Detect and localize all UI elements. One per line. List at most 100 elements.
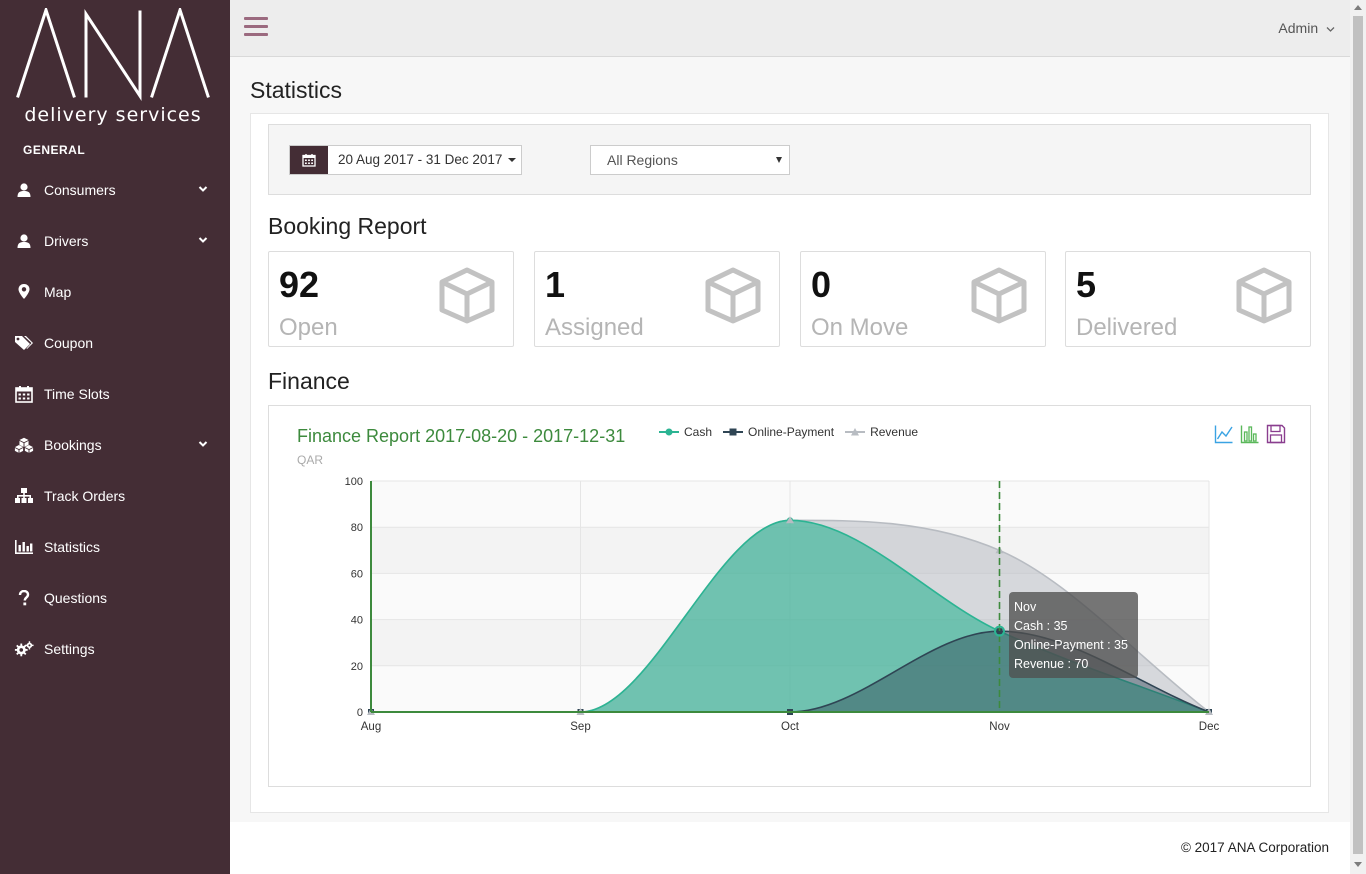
copyright-text: © 2017 ANA Corporation xyxy=(1180,840,1329,855)
stat-card-on-move: 0 On Move xyxy=(800,251,1046,347)
chart-legend: Cash Online-Payment Revenue xyxy=(659,425,929,439)
y-axis-unit: QAR xyxy=(297,453,324,467)
tooltip-category: Nov xyxy=(1014,600,1037,614)
scroll-up-icon[interactable] xyxy=(1354,5,1362,10)
brand-logo[interactable]: delivery services xyxy=(16,5,210,128)
x-tick-label: Nov xyxy=(989,721,1010,733)
region-value: All Regions xyxy=(607,152,678,168)
sidebar-item-label: Questions xyxy=(44,589,108,606)
x-tick-label: Aug xyxy=(361,721,381,733)
stat-value: 92 xyxy=(279,264,320,305)
finance-chart-canvas[interactable]: 0 20 40 60 80 100 Aug Sep Oct Nov Dec xyxy=(269,406,1312,788)
sidebar: delivery services GENERAL Consumers Driv… xyxy=(0,0,230,874)
stat-card-assigned: 1 Assigned xyxy=(534,251,780,347)
sidebar-item-drivers[interactable]: Drivers xyxy=(0,215,230,266)
scroll-thumb[interactable] xyxy=(1353,16,1363,854)
chevron-down-icon xyxy=(1326,27,1335,32)
sidebar-item-time-slots[interactable]: Time Slots xyxy=(0,368,230,419)
sidebar-item-label: Coupon xyxy=(44,334,94,351)
chart-toolbox xyxy=(1208,424,1286,444)
user-menu[interactable]: Admin xyxy=(1278,20,1335,36)
menu-toggle-icon[interactable] xyxy=(244,17,268,39)
stat-label: Open xyxy=(279,314,338,341)
chevron-down-icon xyxy=(198,441,208,447)
sidebar-item-label: Statistics xyxy=(44,538,101,555)
y-tick-label: 100 xyxy=(345,476,363,488)
sidebar-item-label: Settings xyxy=(44,640,95,657)
date-range-value: 20 Aug 2017 - 31 Dec 2017 xyxy=(338,152,503,167)
stat-value: 5 xyxy=(1076,264,1097,305)
y-tick-label: 0 xyxy=(357,707,363,719)
circle-marker-icon xyxy=(659,428,679,436)
date-range-picker[interactable]: 20 Aug 2017 - 31 Dec 2017 xyxy=(289,145,522,175)
triangle-marker-icon xyxy=(845,428,866,436)
scroll-down-icon[interactable] xyxy=(1354,862,1362,867)
booking-report-heading: Booking Report xyxy=(268,213,427,239)
legend-label: Online-Payment xyxy=(748,425,835,439)
user-name: Admin xyxy=(1278,20,1319,36)
region-select[interactable]: All Regions xyxy=(590,145,790,175)
sidebar-item-questions[interactable]: Questions xyxy=(0,572,230,623)
x-tick-label: Dec xyxy=(1199,721,1220,733)
square-marker-icon xyxy=(723,428,744,436)
chevron-down-icon xyxy=(198,186,208,192)
caret-down-icon xyxy=(508,158,517,163)
sidebar-item-map[interactable]: Map xyxy=(0,266,230,317)
stat-value: 1 xyxy=(545,264,566,305)
tooltip-line-cash: Cash : 35 xyxy=(1014,619,1068,633)
legend-item-cash[interactable]: Cash xyxy=(659,425,712,439)
chart-tooltip: Nov Cash : 35 Online-Payment : 35 Revenu… xyxy=(1009,592,1138,678)
question-icon xyxy=(14,588,34,608)
cubes-icon xyxy=(14,435,34,455)
calendar-icon xyxy=(14,384,34,404)
line-chart-icon[interactable] xyxy=(1214,424,1234,444)
user-icon xyxy=(14,180,34,200)
tooltip-line-online-payment: Online-Payment : 35 xyxy=(1014,638,1128,652)
tooltip-line-revenue: Revenue : 70 xyxy=(1014,657,1089,671)
sidebar-item-coupon[interactable]: Coupon xyxy=(0,317,230,368)
page-title: Statistics xyxy=(250,77,343,103)
legend-item-online-payment[interactable]: Online-Payment xyxy=(723,425,834,439)
content-panel: 20 Aug 2017 - 31 Dec 2017 All Regions Bo… xyxy=(250,113,1329,813)
x-tick-label: Oct xyxy=(781,721,800,733)
stat-card-delivered: 5 Delivered xyxy=(1065,251,1311,347)
sidebar-item-consumers[interactable]: Consumers xyxy=(0,164,230,215)
y-tick-label: 80 xyxy=(351,522,363,534)
user-icon xyxy=(14,231,34,251)
sidebar-menu: Consumers Drivers Map Coupon Time Slots … xyxy=(0,164,230,674)
brand-tagline: delivery services xyxy=(24,104,202,126)
save-image-icon[interactable] xyxy=(1266,424,1286,444)
y-tick-label: 20 xyxy=(351,661,363,673)
sidebar-item-track-orders[interactable]: Track Orders xyxy=(0,470,230,521)
scrollbar[interactable] xyxy=(1350,0,1366,874)
stat-label: Assigned xyxy=(545,314,644,341)
footer: © 2017 ANA Corporation xyxy=(230,822,1350,874)
filter-bar: 20 Aug 2017 - 31 Dec 2017 All Regions xyxy=(268,124,1311,195)
sidebar-item-settings[interactable]: Settings xyxy=(0,623,230,674)
sitemap-icon xyxy=(14,486,34,506)
gears-icon xyxy=(14,639,34,659)
dropdown-arrow-icon xyxy=(776,157,782,163)
cube-icon xyxy=(705,267,761,324)
legend-item-revenue[interactable]: Revenue xyxy=(845,425,918,439)
stat-card-open: 92 Open xyxy=(268,251,514,347)
section-title: GENERAL xyxy=(23,143,86,157)
sidebar-item-label: Track Orders xyxy=(44,487,126,504)
sidebar-item-label: Bookings xyxy=(44,436,102,453)
y-tick-label: 40 xyxy=(351,615,363,627)
sidebar-item-label: Drivers xyxy=(44,232,89,249)
sidebar-item-bookings[interactable]: Bookings xyxy=(0,419,230,470)
y-tick-label: 60 xyxy=(351,568,363,580)
top-bar: Admin xyxy=(230,0,1350,57)
calendar-icon xyxy=(290,146,328,174)
stat-value: 0 xyxy=(811,264,832,305)
ana-logo-icon xyxy=(16,5,210,102)
stat-label: On Move xyxy=(811,314,909,341)
cube-icon xyxy=(1236,267,1292,324)
legend-label: Cash xyxy=(684,425,713,439)
finance-chart: 0 20 40 60 80 100 Aug Sep Oct Nov Dec Finance Repo… xyxy=(268,405,1311,787)
x-tick-label: Sep xyxy=(570,721,590,733)
sidebar-item-statistics[interactable]: Statistics xyxy=(0,521,230,572)
cube-icon xyxy=(439,267,495,324)
bar-chart-icon[interactable] xyxy=(1240,424,1260,444)
